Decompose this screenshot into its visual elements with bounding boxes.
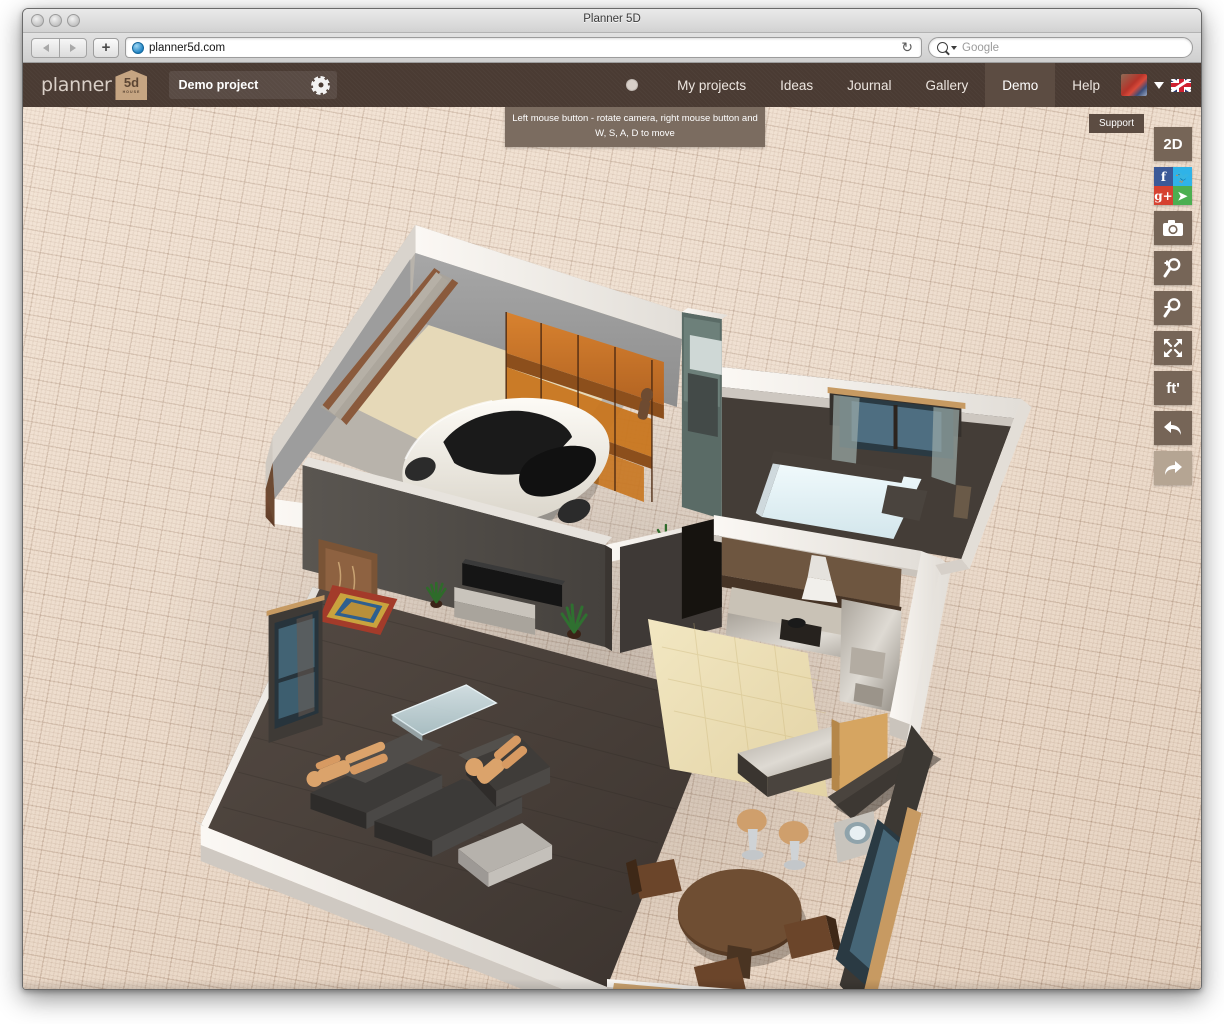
browser-toolbar: + planner5d.com ↻ Google [23,33,1201,63]
social-share-buttons[interactable]: f 🐦 g+ ➤ [1154,167,1192,205]
nav-item-my-projects[interactable]: My projects [660,63,763,107]
chevron-down-icon [951,46,957,50]
project-name: Demo project [178,78,258,92]
nav-item-ideas[interactable]: Ideas [763,63,830,107]
search-input[interactable]: Google [928,37,1193,58]
back-button[interactable] [31,38,59,58]
nav-buttons [31,38,87,58]
zoom-out-glyph [1162,297,1184,319]
url-text: planner5d.com [149,42,901,54]
app-header: planner 5d HOUSE Demo project My project… [23,63,1201,107]
nav-item-help[interactable]: Help [1055,63,1117,107]
units-button[interactable]: ft' [1154,371,1192,405]
camera-icon[interactable] [1154,211,1192,245]
avatar[interactable] [1121,74,1147,96]
reload-icon[interactable]: ↻ [901,39,913,56]
right-toolbar: 2D f 🐦 g+ ➤ [1154,127,1192,485]
search-placeholder: Google [962,42,999,54]
zoom-in-icon[interactable] [1154,251,1192,285]
user-menu[interactable] [1117,63,1201,107]
twitter-icon[interactable]: 🐦 [1173,167,1192,186]
browser-titlebar: Planner 5D [23,9,1201,33]
googleplus-icon[interactable]: g+ [1154,186,1173,205]
page-bottom-shadow [23,979,1201,989]
main-navigation: My projects Ideas Journal Gallery Demo H… [604,63,1201,107]
fullscreen-glyph [1162,337,1184,359]
chevron-left-icon [43,44,49,52]
nav-status-dot-wrap[interactable] [604,63,660,107]
add-tab-button[interactable]: + [93,38,119,58]
logo-badge-sub: HOUSE [123,91,141,95]
forward-button[interactable] [59,38,87,58]
circle-icon [626,79,638,91]
globe-icon [132,42,144,54]
fullscreen-icon[interactable] [1154,331,1192,365]
gear-icon[interactable] [313,78,328,93]
zoom-out-icon[interactable] [1154,291,1192,325]
logo-badge-number: 5d [124,76,139,89]
design-canvas[interactable]: Left mouse button - rotate camera, right… [23,107,1201,989]
camera-glyph [1162,219,1184,237]
planner5d-logo[interactable]: planner 5d HOUSE [41,70,147,100]
nav-item-journal[interactable]: Journal [830,63,908,107]
logo-badge-icon: 5d HOUSE [115,70,147,100]
redo-icon[interactable] [1154,451,1192,485]
support-tooltip[interactable]: Support [1089,114,1144,133]
camera-hint-line2: W, S, A, D to move [511,126,759,141]
camera-hint-line1: Left mouse button - rotate camera, right… [511,111,759,126]
zoom-in-glyph [1162,257,1184,279]
share-icon[interactable]: ➤ [1173,186,1192,205]
nav-item-demo[interactable]: Demo [985,63,1055,107]
browser-window: Planner 5D + planner5d.com ↻ Google [22,8,1202,990]
undo-glyph [1162,418,1184,438]
address-bar[interactable]: planner5d.com ↻ [125,37,922,58]
window-title: Planner 5D [23,13,1201,25]
language-flag-icon[interactable] [1171,79,1191,92]
chevron-right-icon [70,44,76,52]
undo-icon[interactable] [1154,411,1192,445]
redo-glyph [1162,458,1184,478]
project-selector[interactable]: Demo project [169,71,337,99]
floorplan-3d-render[interactable] [23,107,1201,989]
search-icon [937,42,948,53]
page-content: planner 5d HOUSE Demo project My project… [23,63,1201,989]
logo-text: planner [41,74,111,96]
chevron-down-icon[interactable] [1154,82,1164,89]
facebook-icon[interactable]: f [1154,167,1173,186]
nav-item-gallery[interactable]: Gallery [908,63,985,107]
camera-hint-tooltip: Left mouse button - rotate camera, right… [505,107,765,147]
toggle-2d-button[interactable]: 2D [1154,127,1192,161]
